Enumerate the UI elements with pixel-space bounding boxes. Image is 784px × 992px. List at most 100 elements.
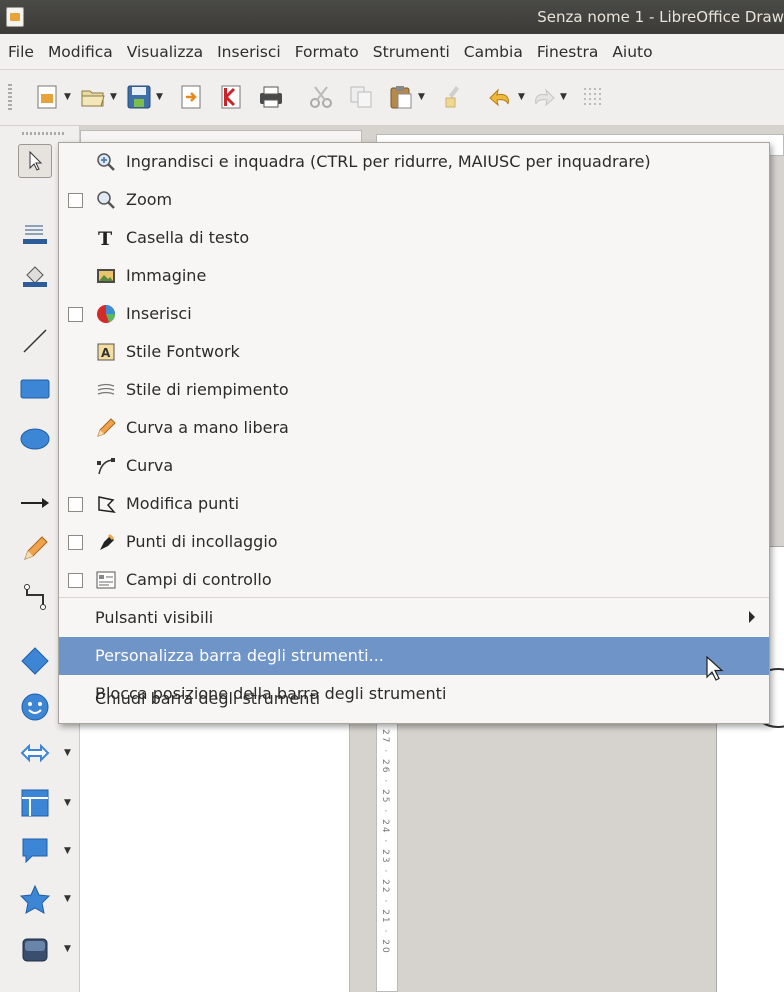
chevron-down-icon[interactable]: ▼ [64, 894, 71, 904]
export-pdf-button[interactable] [218, 82, 244, 112]
menu-item-image[interactable]: Immagine [59, 257, 769, 295]
menu-item-label: Casella di testo [126, 228, 250, 247]
menu-item-label: Campi di controllo [126, 570, 272, 589]
menu-item-insert[interactable]: Inserisci [59, 295, 769, 333]
paintbrush-icon [445, 86, 459, 108]
basic-shapes-button[interactable]: ▼ [18, 644, 71, 678]
smiley-icon [21, 693, 49, 721]
block-arrows-button[interactable]: ▼ [18, 736, 71, 770]
menu-item-customize-toolbar[interactable]: Personalizza barra degli strumenti... [59, 637, 769, 675]
menu-item-label: Modifica punti [126, 494, 240, 513]
toolbar-context-menu: Ingrandisci e inquadra (CTRL per ridurre… [58, 142, 770, 724]
menu-item-zoom-pan[interactable]: Ingrandisci e inquadra (CTRL per ridurre… [59, 143, 769, 181]
chevron-down-icon[interactable]: ▼ [64, 92, 72, 102]
menu-item-label: Pulsanti visibili [95, 608, 214, 627]
chevron-down-icon[interactable]: ▼ [64, 748, 71, 758]
slide-pane[interactable] [80, 700, 350, 992]
chevron-down-icon[interactable]: ▼ [560, 92, 568, 102]
cut-button[interactable] [308, 82, 334, 112]
cube-icon [22, 938, 48, 962]
menu-aiuto[interactable]: Aiuto [605, 34, 659, 69]
open-button[interactable]: ▼ [80, 82, 118, 112]
save-button[interactable]: ▼ [126, 82, 164, 112]
menu-item-text-box[interactable]: T Casella di testo [59, 219, 769, 257]
3d-objects-button[interactable]: ▼ [18, 932, 71, 966]
freeform-curve-button[interactable]: ▼ [18, 532, 71, 566]
insert-checkbox[interactable] [68, 307, 83, 322]
symbol-shapes-button[interactable]: ▼ [18, 690, 71, 724]
ellipse-button[interactable] [18, 422, 52, 456]
flowchart-button[interactable]: ▼ [18, 786, 71, 820]
menu-inserisci[interactable]: Inserisci [210, 34, 288, 69]
menu-cambia[interactable]: Cambia [457, 34, 530, 69]
undo-button[interactable]: ▼ [488, 82, 526, 112]
printer-icon [260, 86, 282, 108]
print-button[interactable] [258, 82, 284, 112]
menu-item-visible-buttons[interactable]: Pulsanti visibili [59, 599, 769, 637]
toolbar-grip[interactable] [22, 132, 64, 135]
chevron-down-icon[interactable]: ▼ [64, 846, 71, 856]
rectangle-button[interactable] [18, 372, 52, 406]
mouse-cursor-icon [706, 656, 724, 681]
menu-file[interactable]: File [0, 34, 41, 69]
image-icon [95, 265, 117, 287]
stars-button[interactable]: ▼ [18, 882, 71, 916]
menu-item-curve[interactable]: Curva [59, 447, 769, 485]
form-controls-checkbox[interactable] [68, 573, 83, 588]
menu-visualizza[interactable]: Visualizza [120, 34, 210, 69]
menu-strumenti[interactable]: Strumenti [366, 34, 457, 69]
copy-button[interactable] [348, 82, 374, 112]
clone-formatting-button[interactable] [440, 82, 466, 112]
redo-button[interactable]: ▼ [530, 82, 568, 112]
export-button[interactable] [178, 82, 204, 112]
zoom-checkbox[interactable] [68, 193, 83, 208]
undo-icon [489, 88, 509, 107]
chevron-down-icon[interactable]: ▼ [418, 92, 426, 102]
new-document-icon [37, 85, 57, 109]
menu-item-label: Curva a mano libera [126, 418, 289, 437]
toolbar-grip[interactable] [8, 84, 12, 112]
grid-icon [584, 88, 601, 105]
menu-item-zoom[interactable]: Zoom [59, 181, 769, 219]
menu-item-close-toolbar[interactable]: Chiudi barra degli strumenti [59, 680, 769, 720]
menu-item-fontwork[interactable]: A Stile Fontwork [59, 333, 769, 371]
menu-finestra[interactable]: Finestra [530, 34, 605, 69]
line-button[interactable] [18, 324, 52, 358]
area-fill-button[interactable] [18, 258, 52, 292]
chevron-down-icon[interactable]: ▼ [64, 798, 71, 808]
pencil-icon [24, 536, 48, 560]
scissors-icon [310, 86, 332, 108]
line-ends-arrow-button[interactable]: ▼ [18, 486, 71, 520]
connector-button[interactable] [18, 580, 52, 614]
app-icon[interactable] [6, 7, 24, 27]
menu-item-label: Ingrandisci e inquadra (CTRL per ridurre… [126, 152, 651, 171]
line-color-button[interactable] [18, 216, 52, 250]
chevron-down-icon[interactable]: ▼ [110, 92, 118, 102]
select-button[interactable] [18, 144, 52, 178]
new-document-button[interactable]: ▼ [34, 82, 72, 112]
menu-item-freeform-curve[interactable]: Curva a mano libera [59, 409, 769, 447]
menu-item-label: Immagine [126, 266, 207, 285]
paste-button[interactable]: ▼ [388, 82, 426, 112]
menu-item-fill-style[interactable]: Stile di riempimento [59, 371, 769, 409]
menu-formato[interactable]: Formato [288, 34, 366, 69]
connector-icon [24, 584, 46, 610]
menu-item-form-controls[interactable]: Campi di controllo [59, 561, 769, 599]
ellipse-icon [20, 428, 50, 450]
glue-points-checkbox[interactable] [68, 535, 83, 550]
zoom-pan-icon [95, 151, 117, 173]
chevron-down-icon[interactable]: ▼ [156, 92, 164, 102]
menu-item-label: Stile di riempimento [126, 380, 289, 399]
menu-item-glue-points[interactable]: Punti di incollaggio [59, 523, 769, 561]
chevron-down-icon[interactable]: ▼ [64, 944, 71, 954]
flowchart-icon [21, 789, 49, 817]
insert-icon [95, 303, 117, 325]
chevron-down-icon[interactable]: ▼ [518, 92, 526, 102]
ruler-numbers: 27 · 26 · 25 · 24 · 23 · 22 · 21 · 20 [380, 729, 390, 955]
menu-modifica[interactable]: Modifica [41, 34, 120, 69]
edit-points-checkbox[interactable] [68, 497, 83, 512]
callouts-button[interactable]: ▼ [18, 834, 71, 868]
grid-button[interactable] [580, 82, 606, 112]
window-title: Senza nome 1 - LibreOffice Draw [537, 8, 784, 26]
menu-item-edit-points[interactable]: Modifica punti [59, 485, 769, 523]
